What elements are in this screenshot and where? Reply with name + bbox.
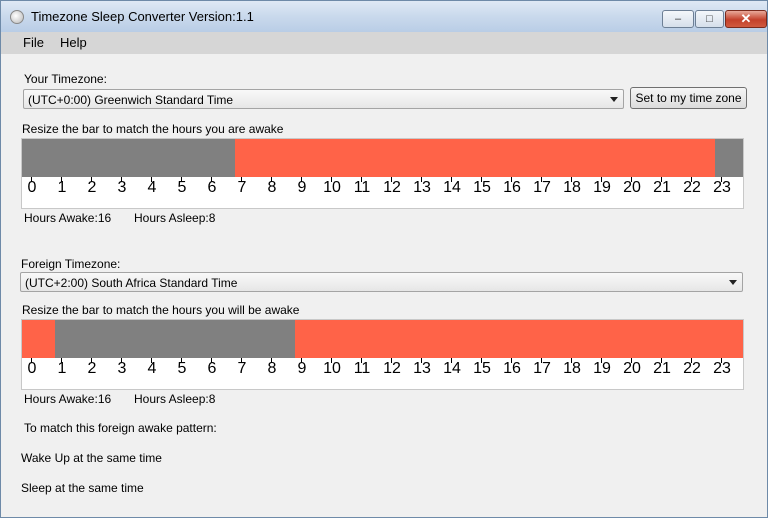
- hour-label: 5: [177, 360, 187, 377]
- hour-label: 10: [323, 360, 341, 377]
- foreign-hours-track[interactable]: [22, 320, 743, 358]
- minimize-button[interactable]: –: [662, 10, 694, 28]
- menu-bar: File Help: [1, 32, 767, 54]
- advice-wake: Wake Up at the same time: [21, 451, 162, 465]
- your-hours-awake: Hours Awake:16: [24, 211, 112, 225]
- foreign-hours-awake: Hours Awake:16: [24, 392, 112, 406]
- foreign-awake-segment-start[interactable]: [22, 320, 55, 358]
- hour-label: 8: [267, 360, 277, 377]
- close-icon: ✕: [740, 11, 752, 26]
- hour-label: 14: [443, 360, 461, 377]
- set-to-my-timezone-button[interactable]: Set to my time zone: [630, 87, 747, 109]
- hour-label: 7: [237, 360, 247, 377]
- chevron-down-icon: [729, 280, 737, 285]
- hour-label: 1: [57, 179, 67, 196]
- foreign-bar-instruction: Resize the bar to match the hours you wi…: [22, 303, 300, 317]
- hour-label: 8: [267, 179, 277, 196]
- window-title: Timezone Sleep Converter Version:1.1: [31, 9, 254, 24]
- foreign-timezone-label: Foreign Timezone:: [21, 257, 121, 271]
- hour-label: 22: [683, 360, 701, 377]
- hour-label: 0: [27, 179, 37, 196]
- hour-label: 14: [443, 179, 461, 196]
- hour-label: 18: [563, 360, 581, 377]
- hour-label: 11: [353, 360, 371, 377]
- hour-label: 9: [297, 179, 307, 196]
- your-timezone-value: (UTC+0:00) Greenwich Standard Time: [28, 93, 234, 107]
- menu-file[interactable]: File: [23, 35, 44, 50]
- hour-label: 0: [27, 360, 37, 377]
- foreign-awake-segment-main[interactable]: [295, 320, 743, 358]
- hour-label: 15: [473, 360, 491, 377]
- foreign-timezone-select[interactable]: (UTC+2:00) South Africa Standard Time: [20, 272, 743, 292]
- foreign-hours-bar: 0 1 2 3 4 5 6 7 8 9 10 11 12 13 14 15 16 17 18 19 20 21 22 23: [21, 319, 744, 390]
- title-bar[interactable]: Timezone Sleep Converter Version:1.1 – □…: [1, 1, 767, 32]
- hour-label: 21: [653, 360, 671, 377]
- hour-label: 20: [623, 179, 641, 196]
- hour-label: 16: [503, 179, 521, 196]
- hour-label: 7: [237, 179, 247, 196]
- hour-label: 9: [297, 360, 307, 377]
- hour-label: 3: [117, 179, 127, 196]
- hour-label: 16: [503, 360, 521, 377]
- your-timezone-select[interactable]: (UTC+0:00) Greenwich Standard Time: [23, 89, 624, 109]
- hour-label: 23: [713, 179, 731, 196]
- your-timezone-label: Your Timezone:: [24, 72, 107, 86]
- hour-label: 19: [593, 360, 611, 377]
- hour-label: 5: [177, 179, 187, 196]
- hour-label: 13: [413, 360, 431, 377]
- your-awake-segment[interactable]: [235, 139, 715, 177]
- hour-label: 18: [563, 179, 581, 196]
- chevron-down-icon: [610, 97, 618, 102]
- your-bar-instruction: Resize the bar to match the hours you ar…: [22, 122, 284, 136]
- hour-label: 2: [87, 179, 97, 196]
- hour-label: 23: [713, 360, 731, 377]
- hour-label: 10: [323, 179, 341, 196]
- hour-label: 17: [533, 179, 551, 196]
- maximize-button[interactable]: □: [695, 10, 724, 28]
- app-icon: [10, 10, 24, 24]
- hour-label: 4: [147, 360, 157, 377]
- your-hours-asleep: Hours Asleep:8: [134, 211, 216, 225]
- hour-label: 17: [533, 360, 551, 377]
- hour-label: 4: [147, 179, 157, 196]
- your-hours-bar: 0 1 2 3 4 5 6 7 8 9 10 11 12 13 14 15 16 17 18 19 20 21 22 23: [21, 138, 744, 209]
- your-hours-track[interactable]: [22, 139, 743, 177]
- foreign-hours-asleep: Hours Asleep:8: [134, 392, 216, 406]
- foreign-timezone-value: (UTC+2:00) South Africa Standard Time: [25, 276, 238, 290]
- hour-label: 6: [207, 179, 217, 196]
- advice-heading: To match this foreign awake pattern:: [24, 421, 217, 435]
- hour-label: 13: [413, 179, 431, 196]
- hour-label: 15: [473, 179, 491, 196]
- hour-label: 11: [353, 179, 371, 196]
- app-window: Timezone Sleep Converter Version:1.1 – □…: [0, 0, 768, 518]
- hour-label: 12: [383, 179, 401, 196]
- hour-label: 3: [117, 360, 127, 377]
- hour-label: 12: [383, 360, 401, 377]
- hour-label: 1: [57, 360, 67, 377]
- menu-help[interactable]: Help: [60, 35, 87, 50]
- minimize-icon: –: [674, 13, 682, 25]
- hour-label: 6: [207, 360, 217, 377]
- hour-label: 22: [683, 179, 701, 196]
- hour-label: 2: [87, 360, 97, 377]
- hour-label: 19: [593, 179, 611, 196]
- hour-label: 21: [653, 179, 671, 196]
- hour-label: 20: [623, 360, 641, 377]
- close-button[interactable]: ✕: [725, 10, 767, 28]
- maximize-icon: □: [706, 13, 713, 25]
- advice-sleep: Sleep at the same time: [21, 481, 144, 495]
